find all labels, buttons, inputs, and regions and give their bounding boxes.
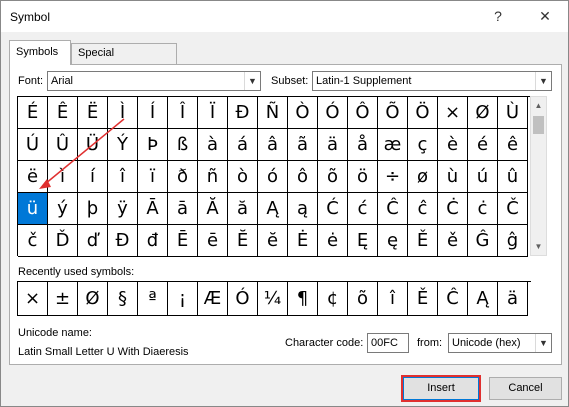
recent-symbol-cell[interactable]: ¶ <box>288 282 318 316</box>
character-code-value: 00FC <box>371 337 398 349</box>
recent-symbols-row: × ± Ø § ª ¡ Æ Ó ¼ ¶ ¢ õ î Ě Ĉ Ąä <box>17 281 531 316</box>
scroll-down-icon[interactable]: ▼ <box>531 238 546 255</box>
from-select[interactable]: Unicode (hex) ▼ <box>448 333 552 353</box>
recent-symbol-cell[interactable]: § <box>108 282 138 316</box>
symbol-dialog: Symbol ? ✕ Symbols Special Characters Fo… <box>0 0 569 407</box>
recent-symbol-cell[interactable]: ª <box>138 282 168 316</box>
recent-symbol-cell[interactable]: î <box>378 282 408 316</box>
character-code-label: Character code: <box>285 337 364 349</box>
symbol-grid-scrollbar[interactable]: ▲ ▼ <box>530 96 547 256</box>
recent-symbol-cell[interactable]: Ø <box>78 282 108 316</box>
recent-symbol-cell[interactable]: Æ <box>198 282 228 316</box>
recent-symbol-cell[interactable]: ¡ <box>168 282 198 316</box>
cancel-button-label: Cancel <box>508 382 543 394</box>
scroll-thumb[interactable] <box>533 116 544 134</box>
from-value: Unicode (hex) <box>452 337 521 349</box>
recent-symbol-cell[interactable]: Ą <box>468 282 498 316</box>
unicode-name-label: Unicode name: <box>18 327 92 339</box>
insert-button-label: Insert <box>427 382 455 394</box>
from-label: from: <box>417 337 443 349</box>
recent-symbol-cell[interactable]: ä <box>498 282 528 316</box>
tab-symbols-label: Symbols <box>16 46 59 58</box>
recent-symbol-cell[interactable]: ¢ <box>318 282 348 316</box>
recent-symbol-cell[interactable]: ¼ <box>258 282 288 316</box>
recent-symbol-cell[interactable]: ± <box>48 282 78 316</box>
unicode-name-value: Latin Small Letter U With Diaeresis <box>18 346 189 358</box>
scroll-up-icon[interactable]: ▲ <box>531 97 546 114</box>
chevron-down-icon: ▼ <box>535 334 551 352</box>
recent-symbol-cell[interactable]: Ó <box>228 282 258 316</box>
recent-symbol-cell[interactable]: × <box>18 282 48 316</box>
recent-label: Recently used symbols: <box>18 266 135 278</box>
insert-button[interactable]: Insert <box>403 377 479 400</box>
character-code-input[interactable]: 00FC <box>367 333 409 353</box>
recent-symbol-cell[interactable]: Ě <box>408 282 438 316</box>
recent-symbol-cell[interactable]: Ĉ <box>438 282 468 316</box>
recent-symbol-cell[interactable]: õ <box>348 282 378 316</box>
cancel-button[interactable]: Cancel <box>489 377 562 400</box>
tab-symbols[interactable]: Symbols <box>9 40 71 65</box>
